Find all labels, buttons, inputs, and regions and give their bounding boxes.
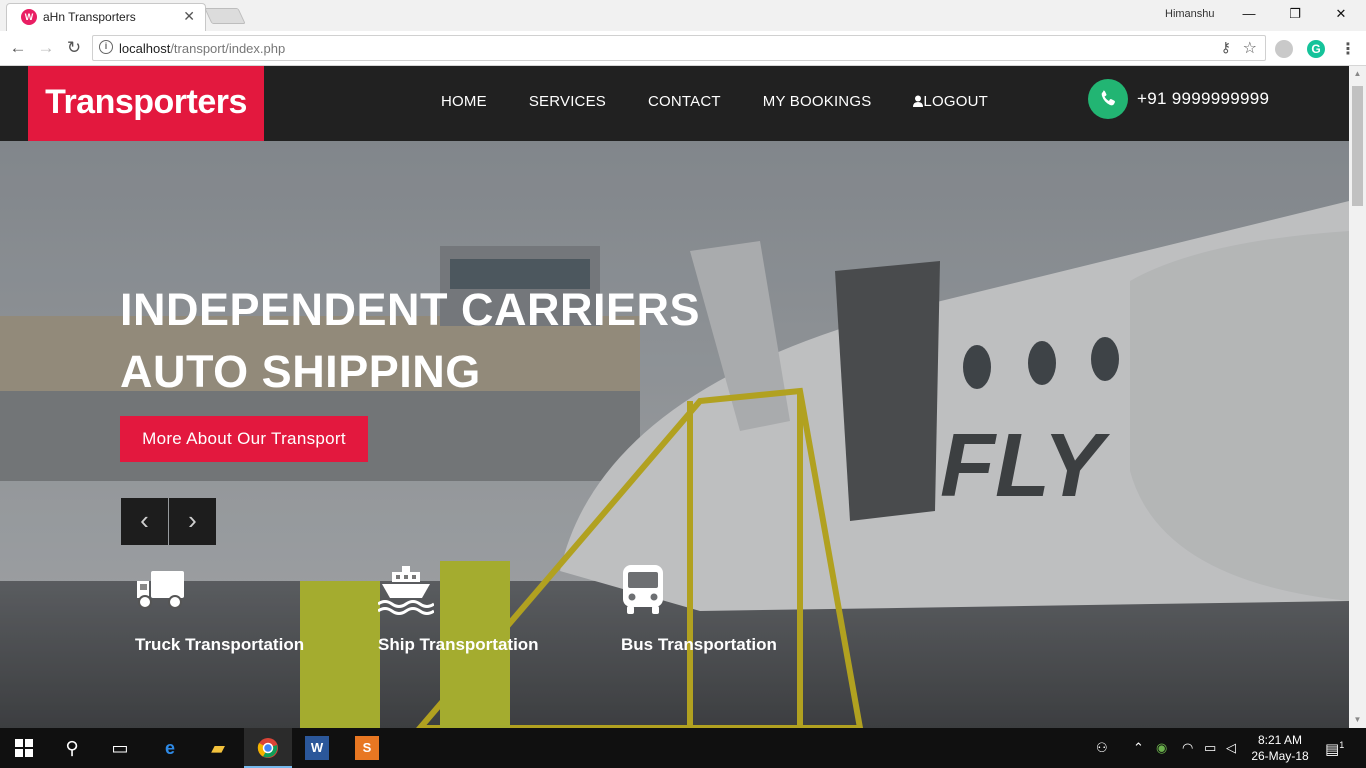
scroll-up-arrow-icon[interactable]: ▲ (1349, 66, 1366, 82)
bookmark-star-icon[interactable]: ☆ (1243, 38, 1257, 58)
restore-button[interactable]: ❐ (1272, 3, 1318, 25)
browser-tab[interactable]: W aHn Transporters ✕ (6, 3, 206, 31)
scroll-thumb[interactable] (1352, 86, 1363, 206)
window-close-button[interactable]: ✕ (1318, 3, 1364, 25)
site-favicon-icon: W (21, 9, 37, 25)
more-about-button[interactable]: More About Our Transport (120, 416, 368, 462)
clock-time: 8:21 AM (1257, 733, 1303, 747)
minimize-button[interactable]: — (1226, 3, 1272, 25)
chrome-icon (257, 738, 278, 758)
service-truck[interactable]: Truck Transportation (135, 561, 304, 655)
nav-home[interactable]: HOME (441, 93, 487, 110)
tray-app-icon[interactable]: ◉ (1156, 740, 1167, 756)
url-host: localhost (119, 41, 171, 56)
tab-close-icon[interactable]: ✕ (183, 8, 195, 25)
tray-chevron-up-icon[interactable]: ⌃ (1133, 740, 1144, 756)
url-text[interactable]: localhost/transport/index.php (119, 41, 285, 56)
profile-name[interactable]: Himanshu (1165, 8, 1215, 20)
file-explorer-icon[interactable]: ▰ (206, 736, 230, 760)
volume-icon[interactable]: ◁ (1226, 740, 1236, 756)
people-icon[interactable]: ⚇ (1096, 740, 1108, 756)
windows-start-icon[interactable] (12, 736, 36, 760)
page-scrollbar[interactable]: ▲ ▼ (1349, 66, 1366, 728)
new-tab-button[interactable] (204, 8, 246, 24)
forward-icon[interactable]: → (35, 37, 57, 59)
edge-icon[interactable]: e (158, 736, 182, 760)
task-view-icon[interactable]: ▭ (108, 736, 132, 760)
service-bus[interactable]: Bus Transportation (621, 561, 777, 655)
nav-services[interactable]: SERVICES (529, 93, 606, 110)
battery-icon[interactable]: ▭ (1204, 740, 1216, 756)
chrome-taskbar-button[interactable] (244, 728, 292, 768)
key-icon[interactable]: ⚷ (1221, 39, 1231, 56)
site-header: Transporters HOME SERVICES CONTACT MY BO… (0, 66, 1349, 141)
page-viewport: Transporters HOME SERVICES CONTACT MY BO… (0, 66, 1349, 728)
hero-slider: FLY INDEPENDENT CARRIERS AUTO SHIPPING M… (0, 141, 1349, 728)
hero-headline-line1: INDEPENDENT CARRIERS (120, 284, 701, 335)
info-icon[interactable]: i (99, 40, 113, 54)
browser-toolbar: ← → ↻ i localhost/transport/index.php ⚷ … (0, 31, 1366, 66)
site-logo[interactable]: Transporters (28, 66, 264, 141)
chrome-menu-icon[interactable]: ⋮ (1340, 39, 1356, 59)
main-nav: HOME SERVICES CONTACT MY BOOKINGS LOGOUT (441, 93, 1030, 110)
clock-date: 26-May-18 (1251, 749, 1309, 763)
search-icon[interactable]: ⚲ (60, 736, 84, 760)
hero-headline: INDEPENDENT CARRIERS AUTO SHIPPING (120, 279, 700, 403)
slider-next-button[interactable]: › (169, 498, 216, 545)
phone-icon (1088, 79, 1128, 119)
hero-headline-line2: AUTO SHIPPING (120, 346, 481, 397)
slider-prev-button[interactable]: ‹ (121, 498, 168, 545)
back-icon[interactable]: ← (7, 37, 29, 59)
action-center-icon[interactable]: ▤1 (1325, 740, 1344, 758)
windows-taskbar: ⚲ ▭ e ▰ W S ⚇ ⌃ ◉ ◠ ▭ ◁ 8:21 AM 26-May-1… (0, 728, 1366, 768)
nav-logout[interactable]: LOGOUT (913, 93, 988, 110)
service-ship[interactable]: Ship Transportation (378, 561, 539, 655)
extension-icon[interactable] (1275, 40, 1293, 58)
url-path: /transport/index.php (170, 41, 286, 56)
ship-icon (378, 566, 434, 615)
service-ship-label: Ship Transportation (378, 635, 539, 654)
scroll-down-arrow-icon[interactable]: ▼ (1349, 712, 1366, 728)
sublime-text-icon[interactable]: S (355, 736, 379, 760)
grammarly-icon[interactable]: G (1307, 40, 1325, 58)
service-bus-label: Bus Transportation (621, 635, 777, 654)
reload-icon[interactable]: ↻ (63, 37, 85, 59)
nav-my-bookings[interactable]: MY BOOKINGS (763, 93, 872, 110)
browser-tabstrip: W aHn Transporters ✕ Himanshu — ❐ ✕ (0, 0, 1366, 31)
address-bar[interactable]: i localhost/transport/index.php ⚷ ☆ (92, 35, 1266, 61)
taskbar-clock[interactable]: 8:21 AM 26-May-18 (1244, 732, 1316, 764)
nav-logout-label: LOGOUT (923, 93, 988, 110)
tab-title: aHn Transporters (43, 10, 136, 24)
word-icon[interactable]: W (305, 736, 329, 760)
bus-icon (623, 565, 663, 614)
service-truck-label: Truck Transportation (135, 635, 305, 654)
nav-contact[interactable]: CONTACT (648, 93, 721, 110)
wifi-icon[interactable]: ◠ (1182, 740, 1193, 756)
phone-number[interactable]: +91 9999999999 (1137, 89, 1269, 109)
notification-count: 1 (1339, 740, 1345, 750)
user-icon (913, 95, 924, 107)
truck-icon (137, 571, 184, 609)
